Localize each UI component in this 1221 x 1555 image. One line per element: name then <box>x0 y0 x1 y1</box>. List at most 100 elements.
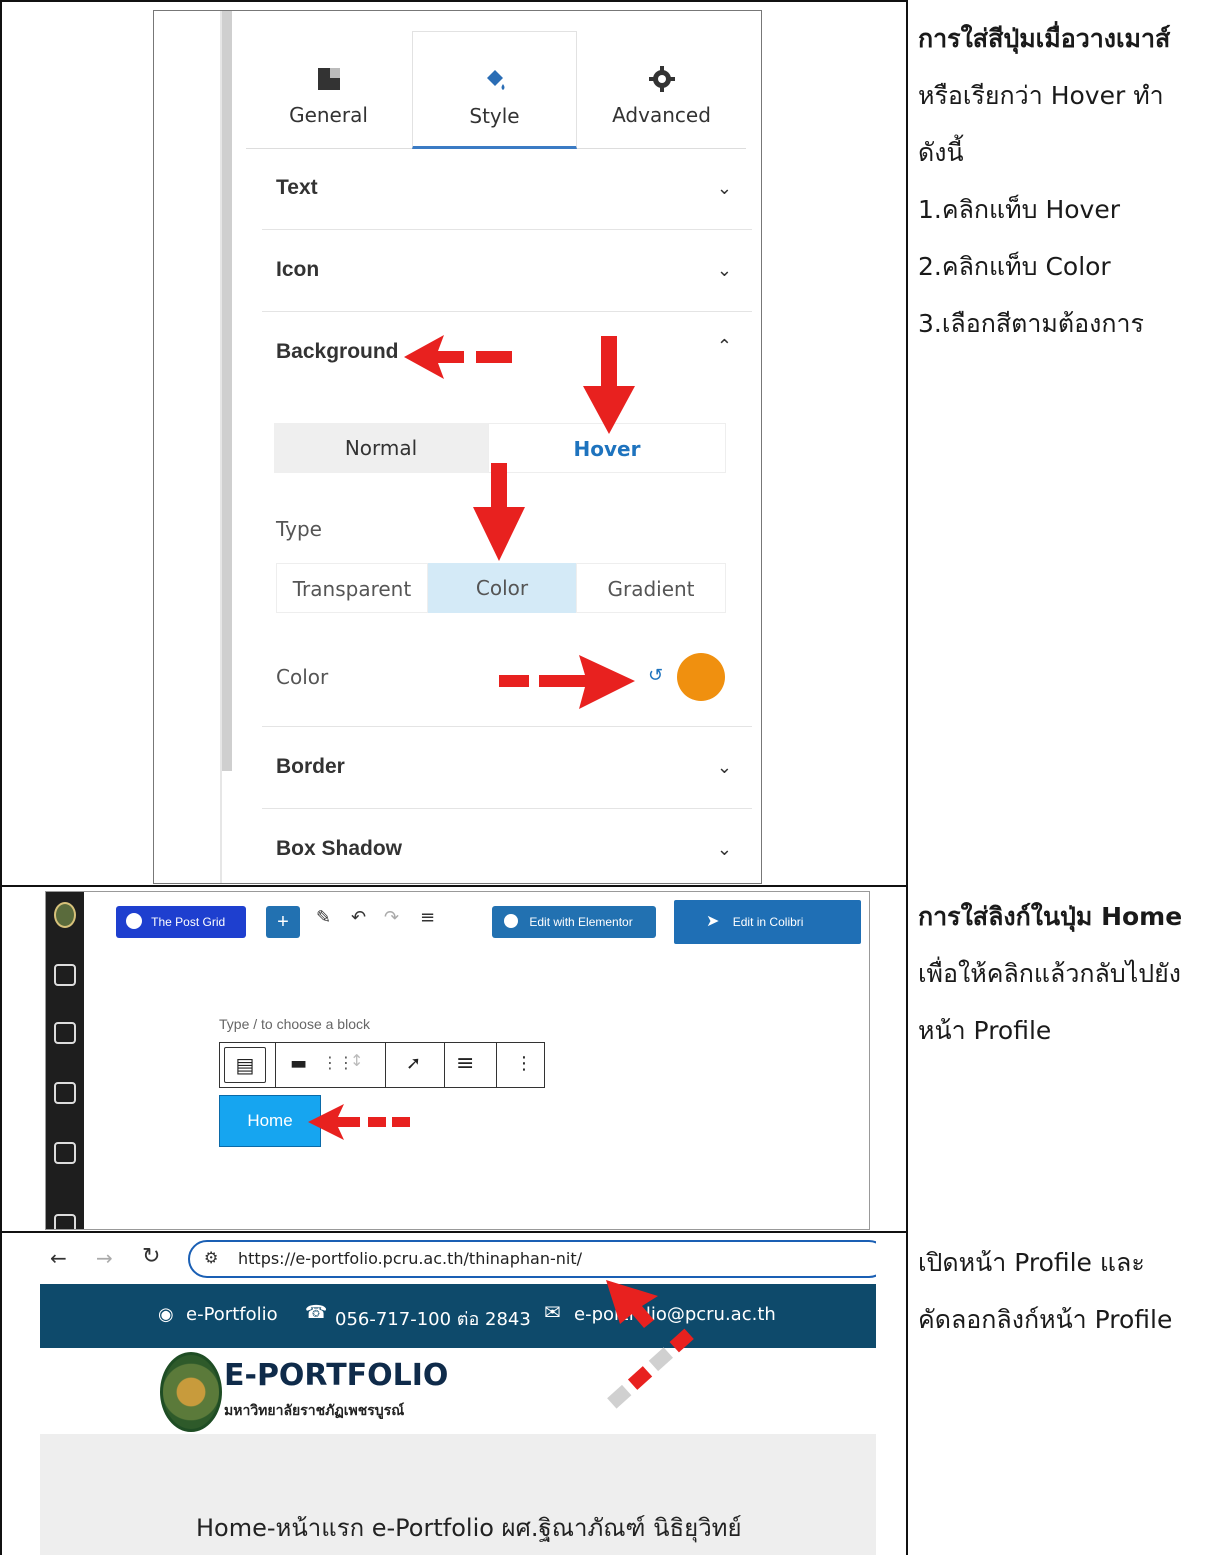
back-icon[interactable]: ← <box>50 1246 67 1270</box>
type-gradient-label: Gradient <box>607 577 695 601</box>
page-heading-band: Home-หน้าแรก e-Portfolio ผศ.ฐิณาภัณฑ์ นิ… <box>40 1434 876 1555</box>
row2-line: เพื่อให้คลิกแล้วกลับไปยัง <box>918 959 1182 988</box>
section-box-shadow-label: Box Shadow <box>276 837 403 860</box>
toolbar-divider <box>496 1043 497 1087</box>
state-tab-normal[interactable]: Normal <box>274 423 488 473</box>
row3-description: เปิดหน้า Profile และ คัดลอกลิงก์หน้า Pro… <box>918 1234 1213 1348</box>
site-logo-icon <box>54 902 76 928</box>
edit-in-colibri-button[interactable]: ➤ Edit in Colibri <box>674 900 861 944</box>
tab-general[interactable]: General <box>246 31 411 149</box>
section-icon[interactable]: Icon ⌄ <box>262 230 752 312</box>
forward-icon[interactable]: → <box>96 1246 113 1270</box>
site-header: E-PORTFOLIO มหาวิทยาลัยราชภัฏเพชรบูรณ์ <box>40 1348 876 1434</box>
site-settings-icon[interactable]: ⚙ <box>204 1248 218 1267</box>
post-grid-label: The Post Grid <box>151 915 226 929</box>
undo-icon[interactable]: ↶ <box>351 907 366 928</box>
editor-sidebar <box>46 892 84 1229</box>
table-border-row1 <box>0 885 908 887</box>
row2-title: การใส่ลิงก์ในปุ่ม Home <box>918 902 1183 931</box>
topbar-phone[interactable]: 056-717-100 ต่อ 2843 <box>335 1304 531 1333</box>
buttons-block-icon[interactable]: ▤ <box>224 1047 266 1083</box>
panel-tabs: General Style Advanced <box>246 31 746 149</box>
chevron-down-icon: ⌄ <box>716 260 732 280</box>
edit-with-elementor-button[interactable]: Edit with Elementor <box>492 906 656 938</box>
url-text: https://e-portfolio.pcru.ac.th/thinaphan… <box>238 1249 582 1268</box>
page-heading: Home-หน้าแรก e-Portfolio ผศ.ฐิณาภัณฑ์ นิ… <box>196 1514 742 1542</box>
section-icon-label: Icon <box>276 258 320 281</box>
button-block-icon[interactable]: ▬ <box>290 1053 307 1074</box>
reload-icon[interactable]: ↻ <box>142 1244 160 1269</box>
reset-icon[interactable]: ↺ <box>648 665 663 686</box>
row1-description: การใส่สีปุ่มเมื่อวางเมาส์ หรือเรียกว่า H… <box>918 10 1213 352</box>
arrow-down-annotation <box>473 463 525 561</box>
chevron-down-icon: ⌄ <box>716 839 732 859</box>
address-bar[interactable]: ⚙ https://e-portfolio.pcru.ac.th/thinaph… <box>188 1240 876 1278</box>
site-topbar: ◉ e-Portfolio ☎ 056-717-100 ต่อ 2843 ✉ e… <box>40 1284 876 1348</box>
toolbar-divider <box>275 1043 276 1087</box>
color-swatch[interactable] <box>677 653 725 701</box>
block-placeholder[interactable]: Type / to choose a block <box>219 1016 370 1032</box>
logo-subtitle: มหาวิทยาลัยราชภัฏเพชรบูรณ์ <box>224 1403 405 1419</box>
section-background-label: Background <box>276 340 399 363</box>
university-seal-icon <box>160 1352 222 1432</box>
row3-line: คัดลอกลิงก์หน้า Profile <box>918 1305 1173 1334</box>
row2-line: หน้า Profile <box>918 1016 1052 1045</box>
block-editor-screenshot: The Post Grid + ✎ ↶ ↷ ≡ Edit with Elemen… <box>45 891 870 1230</box>
chevron-up-icon: ⌃ <box>716 336 732 356</box>
state-tab-normal-label: Normal <box>344 436 418 460</box>
pencil-icon[interactable]: ✎ <box>316 907 331 928</box>
block-toolbar: ▤ ▬ ⋮⋮ ↕ ➚ ≡ ⋮ <box>219 1042 545 1088</box>
section-text-label: Text <box>276 176 318 199</box>
chevron-down-icon: ⌄ <box>716 178 732 198</box>
section-border-label: Border <box>276 755 345 778</box>
row1-line: 1.คลิกแท็บ Hover <box>918 195 1120 224</box>
edit-in-colibri-label: Edit in Colibri <box>732 915 804 929</box>
table-border-left <box>0 0 2 1555</box>
arrow-left-annotation <box>308 1104 410 1140</box>
table-border-mid <box>906 0 908 1555</box>
tab-advanced-label: Advanced <box>612 103 711 127</box>
post-grid-button[interactable]: The Post Grid <box>116 906 246 938</box>
paint-bucket-icon <box>486 70 504 90</box>
redo-icon[interactable]: ↷ <box>384 907 399 928</box>
scrollbar[interactable] <box>222 11 232 771</box>
row1-line: ดังนี้ <box>918 138 964 167</box>
layout-grid-icon[interactable] <box>54 964 76 986</box>
section-border[interactable]: Border ⌄ <box>262 727 752 809</box>
post-grid-icon <box>126 913 142 929</box>
type-color-label: Color <box>475 576 529 600</box>
section-text[interactable]: Text ⌄ <box>262 148 752 230</box>
row1-line: หรือเรียกว่า Hover ทำ <box>918 81 1164 110</box>
pin-icon[interactable]: ➚ <box>406 1053 421 1074</box>
image-icon[interactable] <box>54 1082 76 1104</box>
phone-icon: ☎ <box>305 1302 328 1323</box>
row2-description: การใส่ลิงก์ในปุ่ม Home เพื่อให้คลิกแล้วก… <box>918 888 1213 1059</box>
block-icon[interactable] <box>54 1214 76 1229</box>
type-gradient[interactable]: Gradient <box>576 563 726 613</box>
layout-icon <box>317 68 340 90</box>
row1-title: การใส่สีปุ่มเมื่อวางเมาส์ <box>918 24 1171 53</box>
type-color[interactable]: Color <box>428 563 576 613</box>
row1-line: 2.คลิกแท็บ Color <box>918 252 1111 281</box>
home-button[interactable]: Home <box>219 1095 321 1147</box>
location-icon: ◉ <box>158 1304 174 1325</box>
type-transparent[interactable]: Transparent <box>276 563 428 613</box>
add-block-button[interactable]: + <box>266 906 300 938</box>
mail-icon: ✉ <box>544 1300 561 1324</box>
chevron-down-icon: ⌄ <box>716 757 732 777</box>
heading-icon[interactable] <box>54 1022 76 1044</box>
align-left-icon[interactable]: ≡ <box>456 1051 474 1076</box>
state-tab-hover-label: Hover <box>573 437 641 461</box>
topbar-site[interactable]: e-Portfolio <box>186 1304 278 1325</box>
buttons-icon[interactable] <box>54 1142 76 1164</box>
section-box-shadow[interactable]: Box Shadow ⌄ <box>262 809 752 883</box>
tab-general-label: General <box>289 103 368 127</box>
tab-style[interactable]: Style <box>412 31 577 149</box>
list-view-icon[interactable]: ≡ <box>420 907 435 928</box>
arrow-left-annotation <box>404 335 512 379</box>
tab-advanced[interactable]: Advanced <box>579 31 744 149</box>
more-options-icon[interactable]: ⋮ <box>515 1053 533 1074</box>
toolbar-divider <box>444 1043 445 1087</box>
logo-title: E-PORTFOLIO <box>224 1358 449 1393</box>
move-arrows-icon[interactable]: ↕ <box>350 1051 363 1070</box>
